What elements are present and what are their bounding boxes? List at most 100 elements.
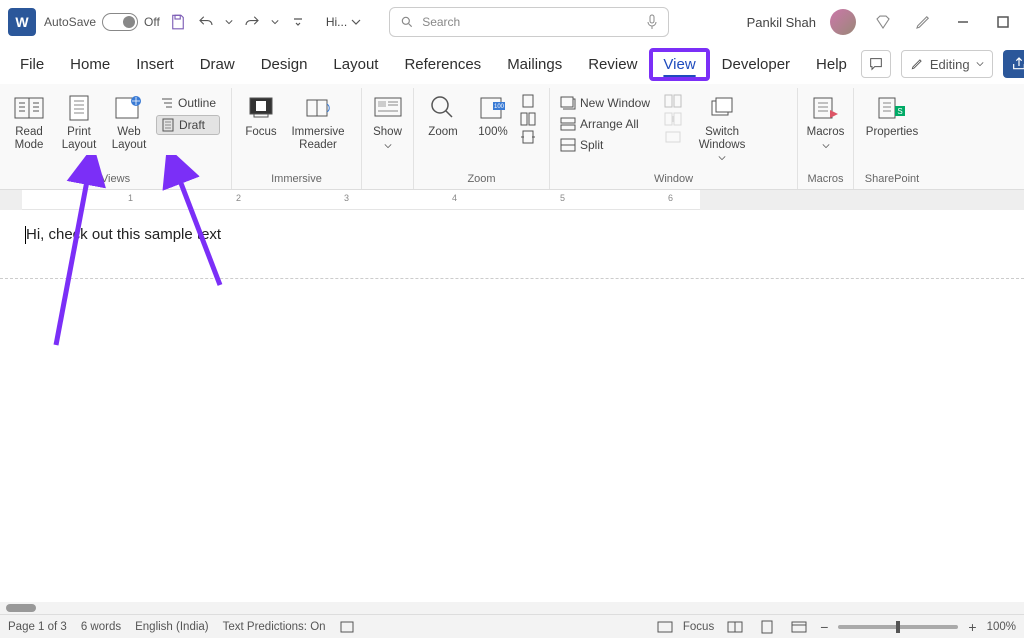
hundred-icon: 100	[477, 94, 509, 122]
svg-text:S: S	[897, 107, 902, 116]
tab-insert[interactable]: Insert	[124, 50, 186, 79]
web-layout-button[interactable]: Web Layout	[106, 92, 152, 153]
qat-overflow-icon[interactable]	[288, 12, 308, 32]
chevron-down-icon	[718, 155, 726, 161]
read-mode-icon	[13, 94, 45, 122]
tab-view[interactable]: View	[651, 50, 707, 79]
tab-design[interactable]: Design	[249, 50, 320, 79]
one-page-button[interactable]	[520, 94, 536, 108]
document-title: Hi...	[326, 15, 347, 29]
zoom-slider[interactable]	[838, 625, 958, 629]
maximize-icon[interactable]	[990, 9, 1016, 35]
diamond-icon[interactable]	[870, 9, 896, 35]
chevron-down-icon	[351, 17, 361, 27]
search-icon	[400, 15, 414, 29]
zoom-out-button[interactable]: −	[820, 619, 828, 635]
page-width-button[interactable]	[520, 130, 536, 144]
comments-button[interactable]	[861, 50, 891, 78]
view-side-by-side-button[interactable]	[664, 94, 682, 108]
new-window-button[interactable]: New Window	[556, 94, 654, 112]
editing-mode-button[interactable]: Editing	[901, 50, 993, 78]
show-group-label	[368, 173, 407, 189]
zoom-slider-thumb[interactable]	[896, 621, 900, 633]
properties-button[interactable]: S Properties	[862, 92, 922, 141]
avatar[interactable]	[830, 9, 856, 35]
properties-icon: S	[876, 94, 908, 122]
save-icon[interactable]	[168, 12, 188, 32]
focus-button[interactable]: Focus	[238, 92, 284, 141]
scrollbar-thumb[interactable]	[6, 604, 36, 612]
print-layout-button[interactable]: Print Layout	[56, 92, 102, 153]
tab-developer[interactable]: Developer	[710, 50, 802, 79]
zoom-button[interactable]: Zoom	[420, 92, 466, 141]
status-words[interactable]: 6 words	[81, 621, 121, 633]
user-name[interactable]: Pankil Shah	[747, 15, 816, 30]
display-settings-icon[interactable]	[657, 621, 673, 633]
document-title-dropdown[interactable]: Hi...	[326, 15, 361, 29]
tab-mailings[interactable]: Mailings	[495, 50, 574, 79]
horizontal-ruler[interactable]: 1 2 3 4 5 6	[0, 190, 1024, 210]
tab-review[interactable]: Review	[576, 50, 649, 79]
hundred-percent-button[interactable]: 100 100%	[470, 92, 516, 141]
print-layout-icon	[63, 94, 95, 122]
tab-references[interactable]: References	[392, 50, 493, 79]
read-mode-view-icon[interactable]	[724, 618, 746, 636]
ruler-mark: 2	[236, 193, 241, 203]
autosave-toggle[interactable]	[102, 13, 138, 31]
ruler-mark: 6	[668, 193, 673, 203]
switch-windows-button[interactable]: Switch Windows	[692, 92, 752, 163]
print-layout-view-icon[interactable]	[756, 618, 778, 636]
show-dropdown[interactable]: Show	[368, 92, 407, 151]
sync-scroll-button	[664, 112, 682, 126]
arrange-all-button[interactable]: Arrange All	[556, 115, 654, 133]
web-layout-label: Web Layout	[108, 126, 150, 151]
editing-label: Editing	[930, 57, 970, 72]
app-logo: W	[8, 8, 36, 36]
arrange-icon	[560, 117, 576, 131]
web-layout-icon	[113, 94, 145, 122]
zoom-percent[interactable]: 100%	[987, 621, 1016, 633]
outline-button[interactable]: Outline	[156, 94, 220, 112]
autosave-toggle-group[interactable]: AutoSave Off	[44, 13, 160, 31]
zoom-in-button[interactable]: +	[968, 619, 976, 635]
tab-file[interactable]: File	[8, 50, 56, 79]
macros-button[interactable]: Macros	[804, 92, 847, 151]
document-text[interactable]: Hi, check out this sample text	[26, 226, 221, 243]
new-window-icon	[560, 96, 576, 110]
macros-icon	[810, 94, 842, 122]
read-mode-button[interactable]: Read Mode	[6, 92, 52, 153]
minimize-icon[interactable]	[950, 9, 976, 35]
tab-home[interactable]: Home	[58, 50, 122, 79]
status-focus[interactable]: Focus	[683, 621, 714, 633]
immersive-group-label: Immersive	[238, 173, 355, 189]
zoom-icon	[427, 94, 459, 122]
tab-layout[interactable]: Layout	[321, 50, 390, 79]
horizontal-scrollbar[interactable]	[0, 602, 1024, 614]
pen-icon[interactable]	[910, 9, 936, 35]
status-macro-icon[interactable]	[340, 621, 354, 633]
multiple-pages-button[interactable]	[520, 112, 536, 126]
status-language[interactable]: English (India)	[135, 621, 209, 633]
redo-more-icon[interactable]	[270, 12, 280, 32]
tab-draw[interactable]: Draw	[188, 50, 247, 79]
split-button[interactable]: Split	[556, 136, 654, 154]
redo-icon[interactable]	[242, 12, 262, 32]
web-layout-view-icon[interactable]	[788, 618, 810, 636]
chevron-down-icon	[822, 143, 830, 149]
svg-text:100: 100	[494, 104, 505, 110]
page-break-line	[0, 278, 1024, 280]
status-predictions[interactable]: Text Predictions: On	[223, 621, 326, 633]
tab-help[interactable]: Help	[804, 50, 859, 79]
switch-windows-icon	[706, 94, 738, 122]
immersive-reader-button[interactable]: Immersive Reader	[288, 92, 348, 153]
draft-button[interactable]: Draft	[156, 115, 220, 135]
undo-icon[interactable]	[196, 12, 216, 32]
status-page[interactable]: Page 1 of 3	[8, 621, 67, 633]
document-area[interactable]: Hi, check out this sample text	[0, 210, 1024, 594]
focus-icon	[245, 94, 277, 122]
search-placeholder: Search	[422, 15, 460, 29]
undo-more-icon[interactable]	[224, 12, 234, 32]
search-input[interactable]: Search	[389, 7, 669, 37]
share-button[interactable]	[1003, 50, 1024, 78]
window-group-label: Window	[556, 173, 791, 189]
